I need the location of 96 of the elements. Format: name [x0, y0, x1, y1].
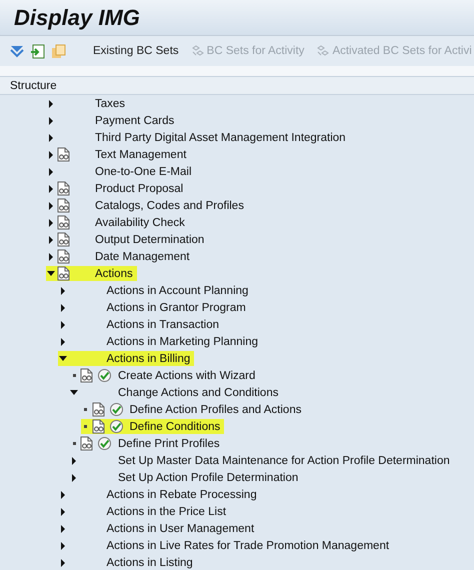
collapse-arrow-icon[interactable]: [72, 474, 76, 482]
tree-row[interactable]: Actions in Grantor Program: [58, 300, 250, 315]
tree-row[interactable]: Create Actions with Wizard: [69, 368, 260, 383]
collapse-arrow-icon[interactable]: [60, 558, 64, 566]
tree-label: Actions in Listing: [106, 556, 193, 568]
clipboard-icon[interactable]: [51, 44, 66, 58]
collapse-arrow-icon[interactable]: [49, 202, 53, 210]
tree-label: Payment Cards: [95, 114, 174, 126]
tree-row[interactable]: Catalogs, Codes and Profiles: [46, 198, 248, 213]
tree-label: Actions in Grantor Program: [106, 302, 246, 314]
tree-row[interactable]: Actions in Rebate Processing: [58, 487, 261, 502]
collapse-arrow-icon[interactable]: [49, 134, 53, 142]
tree-row[interactable]: Actions in the Price List: [58, 504, 230, 519]
tree-label: Taxes: [95, 98, 126, 110]
tree-row[interactable]: Define Print Profiles: [69, 436, 224, 451]
tree-row[interactable]: Date Management: [46, 249, 194, 264]
collapse-arrow-icon[interactable]: [49, 100, 53, 108]
tree-label: One-to-One E-Mail: [95, 166, 192, 178]
tree-label: Product Proposal: [95, 182, 184, 194]
document-glasses-icon: [92, 402, 104, 417]
tree-row[interactable]: Set Up Action Profile Determination: [69, 470, 302, 485]
tree-row[interactable]: One-to-One E-Mail: [46, 164, 196, 179]
tree-label: Actions in Billing: [106, 352, 190, 364]
import-icon[interactable]: [30, 44, 45, 58]
tree-label: Actions: [95, 268, 133, 280]
tree-label: Change Actions and Conditions: [118, 386, 278, 398]
tree-row[interactable]: Define Conditions: [80, 419, 224, 434]
bullet-icon: [84, 408, 87, 411]
collapse-arrow-icon[interactable]: [60, 542, 64, 550]
tree-row[interactable]: Actions in Billing: [58, 351, 194, 366]
tree-row[interactable]: Actions in Live Rates for Trade Promotion Management: [58, 538, 394, 553]
tree-label: Availability Check: [95, 216, 185, 228]
tree-row[interactable]: Third Party Digital Asset Management Integration: [46, 130, 350, 145]
tree-label: Create Actions with Wizard: [118, 370, 256, 382]
bullet-icon: [84, 425, 87, 428]
tree-row[interactable]: Change Actions and Conditions: [69, 385, 282, 400]
document-glasses-icon: [80, 368, 93, 383]
toolbar-button[interactable]: Existing BC Sets: [90, 43, 182, 59]
expand-arrow-icon[interactable]: [70, 390, 78, 395]
bc-set-icon: [316, 45, 330, 57]
tree-label: Third Party Digital Asset Management Integration: [95, 132, 346, 144]
collapse-arrow-icon[interactable]: [60, 338, 64, 346]
tree-row[interactable]: Set Up Master Data Maintenance for Action Profile Determination: [69, 453, 454, 468]
collapse-arrow-icon[interactable]: [72, 456, 76, 464]
tree-label: Actions in Transaction: [106, 318, 220, 330]
collapse-arrow-icon[interactable]: [60, 490, 64, 498]
bullet-icon: [72, 374, 76, 377]
expand-arrow-icon[interactable]: [47, 271, 55, 276]
tree-label: Define Print Profiles: [118, 438, 220, 450]
bullet-icon: [72, 442, 76, 445]
tree-row[interactable]: Actions in Marketing Planning: [58, 334, 262, 349]
tree-row[interactable]: Text Management: [46, 147, 190, 162]
tree-label: Actions in User Management: [106, 522, 254, 534]
filter-icon[interactable]: [10, 44, 24, 58]
tree-label: Define Action Profiles and Actions: [130, 404, 302, 416]
tree-label: Actions in the Price List: [106, 506, 226, 518]
collapse-arrow-icon[interactable]: [60, 508, 64, 516]
expand-arrow-icon[interactable]: [58, 356, 66, 361]
bc-set-icon: [190, 45, 205, 57]
tree-label: Actions in Account Planning: [106, 284, 248, 296]
tree-label: Output Determination: [95, 234, 204, 246]
header-label: Structure: [10, 80, 57, 92]
tree-row[interactable]: Taxes: [46, 96, 130, 111]
tree-row[interactable]: Actions in Listing: [58, 555, 197, 570]
tree-label: Catalogs, Codes and Profiles: [95, 200, 244, 212]
tree-row[interactable]: Define Action Profiles and Actions: [80, 402, 306, 417]
collapse-arrow-icon[interactable]: [49, 218, 53, 226]
collapse-arrow-icon[interactable]: [60, 524, 64, 532]
tree-row[interactable]: Actions in Account Planning: [58, 283, 252, 298]
tree-row[interactable]: Output Determination: [46, 232, 208, 247]
tree-label: Text Management: [95, 148, 186, 160]
tree-label: Set Up Action Profile Determination: [118, 472, 298, 484]
collapse-arrow-icon[interactable]: [49, 252, 53, 260]
tree-row[interactable]: Payment Cards: [46, 113, 178, 128]
collapse-arrow-icon[interactable]: [60, 304, 64, 312]
tree-label: Set Up Master Data Maintenance for Action Profile Determination: [118, 454, 450, 466]
tree-label: Actions in Live Rates for Trade Promotion Management: [106, 540, 390, 552]
tree-label: Actions in Marketing Planning: [106, 336, 258, 348]
collapse-arrow-icon[interactable]: [49, 236, 53, 244]
document-glasses-icon: [92, 419, 104, 434]
tree-row[interactable]: Availability Check: [46, 215, 189, 230]
collapse-arrow-icon[interactable]: [49, 168, 53, 176]
tree-label: Define Conditions: [130, 420, 220, 432]
tree-row[interactable]: Actions in User Management: [58, 521, 258, 536]
document-glasses-icon: [80, 436, 93, 451]
tree-row[interactable]: Actions in Transaction: [58, 317, 224, 332]
tree-label: Date Management: [95, 250, 190, 262]
tree-label: Actions in Rebate Processing: [106, 488, 257, 500]
tree-row[interactable]: Actions: [46, 266, 137, 281]
collapse-arrow-icon[interactable]: [60, 320, 64, 328]
tree-row[interactable]: Product Proposal: [46, 181, 188, 196]
collapse-arrow-icon[interactable]: [60, 286, 64, 294]
collapse-arrow-icon[interactable]: [49, 150, 53, 158]
collapse-arrow-icon[interactable]: [49, 184, 53, 192]
window-title: Display IMG: [14, 4, 140, 30]
collapse-arrow-icon[interactable]: [49, 116, 53, 124]
